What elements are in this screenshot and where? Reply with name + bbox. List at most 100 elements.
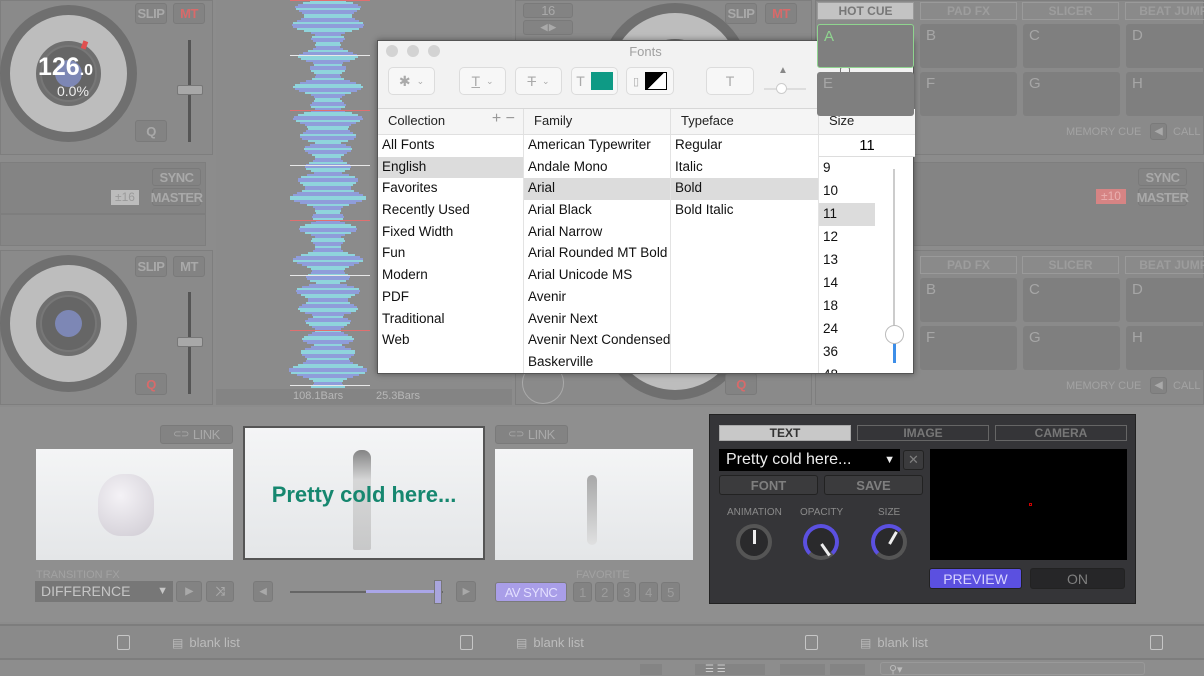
crossfader-right-button[interactable]: ▶	[456, 581, 476, 602]
tempo-slider-handle[interactable]	[177, 85, 203, 95]
pad-mode-tab[interactable]: PAD FX	[920, 256, 1017, 274]
column-button[interactable]	[830, 664, 865, 675]
master-button[interactable]: MASTER	[151, 188, 203, 206]
link-button-left[interactable]: ⊂⊃ LINK	[160, 425, 233, 444]
font-list-item[interactable]: 10	[819, 180, 875, 203]
favorite-slot[interactable]: 1	[573, 582, 592, 602]
text-select[interactable]: Pretty cold here... ▼	[719, 449, 900, 471]
search-input[interactable]: ⚲▾	[880, 662, 1145, 676]
font-list-item[interactable]: Bold	[671, 178, 818, 201]
font-list-item[interactable]: 13	[819, 249, 875, 272]
shuffle-button[interactable]: ⤨	[206, 581, 234, 602]
pad-mode-tab[interactable]: SLICER	[1022, 2, 1119, 20]
document-color-swatch[interactable]	[645, 72, 668, 90]
slider-handle[interactable]	[776, 83, 787, 94]
list-menu-icon[interactable]	[1150, 635, 1163, 650]
list-menu-icon[interactable]	[460, 635, 473, 650]
text-shadow-button[interactable]: T	[706, 67, 754, 95]
clear-text-button[interactable]: ✕	[903, 450, 924, 470]
add-remove-collection[interactable]: + −	[492, 110, 515, 128]
quantize-button[interactable]: Q	[135, 373, 167, 395]
hot-cue-pad[interactable]: H	[1126, 72, 1204, 116]
hot-cue-pad[interactable]: E	[817, 72, 914, 116]
font-list-item[interactable]: Arial	[524, 178, 670, 201]
hot-cue-pad[interactable]: D	[1126, 278, 1204, 322]
font-list-item[interactable]: Recently Used	[378, 200, 523, 222]
font-list-item[interactable]: 24	[819, 318, 875, 341]
hot-cue-pad[interactable]: B	[920, 278, 1017, 322]
font-list-item[interactable]: 11	[819, 203, 875, 226]
font-list-item[interactable]: PDF	[378, 287, 523, 309]
slip-button[interactable]: SLIP	[135, 256, 167, 277]
hot-cue-pad[interactable]: G	[1023, 72, 1120, 116]
pad-mode-tab[interactable]: HOT CUE	[817, 2, 914, 20]
preview-button[interactable]: PREVIEW	[929, 568, 1022, 589]
font-list-item[interactable]: Arial Rounded MT Bold	[524, 243, 670, 265]
opacity-knob[interactable]	[803, 524, 839, 560]
list-menu-icon[interactable]	[117, 635, 130, 650]
slip-button[interactable]: SLIP	[135, 3, 167, 24]
av-sync-button[interactable]: AV SYNC	[495, 582, 567, 602]
collection-list[interactable]: All Fonts English Favorites Recently Used Fi…	[378, 135, 524, 373]
save-button[interactable]: SAVE	[824, 475, 923, 495]
hot-cue-pad[interactable]: D	[1126, 24, 1204, 68]
font-list-item[interactable]: Avenir Next	[524, 309, 670, 331]
hot-cue-pad[interactable]: C	[1023, 278, 1120, 322]
playlist-tab[interactable]: ▤ blank list	[860, 635, 928, 650]
font-list-item[interactable]: Baskerville	[524, 352, 670, 373]
playlist-tab[interactable]: ▤ blank list	[172, 635, 240, 650]
size-list[interactable]: 9101112131418243648	[819, 157, 875, 373]
font-list-item[interactable]: Avenir Next Condensed	[524, 330, 670, 352]
size-knob[interactable]	[871, 524, 907, 560]
favorite-slot[interactable]: 4	[639, 582, 658, 602]
font-list-item[interactable]: All Fonts	[378, 135, 523, 157]
call-label[interactable]: CALL	[1173, 380, 1201, 392]
strikethrough-button[interactable]: T ⌄	[515, 67, 562, 95]
tempo-range[interactable]: ±16	[111, 190, 139, 205]
font-list-item[interactable]: Avenir	[524, 287, 670, 309]
pad-mode-tab[interactable]: SLICER	[1022, 256, 1119, 274]
quantize-button[interactable]: Q	[135, 120, 167, 142]
tab-image[interactable]: IMAGE	[857, 425, 989, 441]
play-transition-button[interactable]: ▶	[176, 581, 202, 602]
deck1-lower-jog-wheel[interactable]	[0, 255, 137, 392]
font-list-item[interactable]: Web	[378, 330, 523, 352]
font-list-item[interactable]: Arial Narrow	[524, 222, 670, 244]
text-color-button[interactable]: T	[571, 67, 618, 95]
playlist-tab[interactable]: ▤ blank list	[516, 635, 584, 650]
list-menu-icon[interactable]	[805, 635, 818, 650]
size-input[interactable]	[819, 135, 915, 157]
document-color-button[interactable]: ▯	[626, 67, 674, 95]
quantize-button[interactable]: Q	[725, 373, 757, 395]
font-button[interactable]: FONT	[719, 475, 818, 495]
font-list-item[interactable]: Fixed Width	[378, 222, 523, 244]
font-list-item[interactable]: Traditional	[378, 309, 523, 331]
tab-text[interactable]: TEXT	[719, 425, 851, 441]
beat-count[interactable]: 16	[523, 3, 573, 18]
master-tempo-button[interactable]: MT	[173, 256, 205, 277]
font-list-item[interactable]: Italic	[671, 157, 818, 179]
sync-button[interactable]: SYNC	[1138, 168, 1187, 186]
favorite-slot[interactable]: 5	[661, 582, 680, 602]
font-list-item[interactable]: Arial Unicode MS	[524, 265, 670, 287]
sync-button[interactable]: SYNC	[152, 168, 201, 186]
favorite-slot[interactable]: 2	[595, 582, 614, 602]
font-list-item[interactable]: English	[378, 156, 523, 179]
family-list[interactable]: American Typewriter Andale Mono Arial Arial…	[524, 135, 671, 373]
hot-cue-pad[interactable]: F	[920, 72, 1017, 116]
hot-cue-pad[interactable]: H	[1126, 326, 1204, 370]
underline-button[interactable]: T ⌄	[459, 67, 506, 95]
font-list-item[interactable]: 36	[819, 341, 875, 364]
font-list-item[interactable]: Modern	[378, 265, 523, 287]
hot-cue-pad[interactable]: B	[920, 24, 1017, 68]
pad-mode-tab[interactable]: BEAT JUMP	[1125, 2, 1204, 20]
animation-knob[interactable]	[736, 524, 772, 560]
font-list-item[interactable]: Andale Mono	[524, 157, 670, 179]
slip-button[interactable]: SLIP	[725, 3, 757, 24]
font-list-item[interactable]: American Typewriter	[524, 135, 670, 157]
beat-arrows[interactable]: ◀ ▶	[523, 20, 573, 35]
tempo-slider-handle[interactable]	[177, 337, 203, 347]
font-list-item[interactable]: 14	[819, 272, 875, 295]
toolbar-button[interactable]	[640, 664, 662, 675]
font-list-item[interactable]: 18	[819, 295, 875, 318]
